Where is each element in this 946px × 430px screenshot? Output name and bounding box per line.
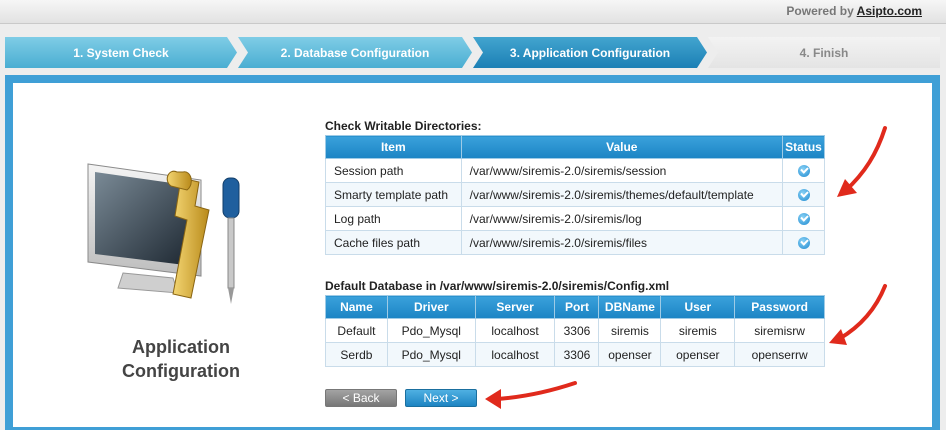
step-application-configuration: 3. Application Configuration — [473, 37, 707, 68]
check-icon — [797, 237, 810, 250]
monitor-tools-icon — [87, 163, 240, 304]
top-bar: Powered by Asipto.com — [0, 0, 946, 24]
col-server: Server — [474, 295, 556, 319]
item-cell: Smarty template path — [325, 182, 462, 207]
wizard-steps: 1. System Check 2. Database Configuratio… — [5, 37, 940, 68]
status-cell — [782, 206, 825, 231]
db-cell: Serdb — [325, 342, 388, 367]
page-heading-line1: Application — [132, 337, 230, 357]
db-cell: Default — [325, 318, 388, 343]
powered-by-label: Powered by — [786, 4, 857, 18]
table-row: Log path /var/www/siremis-2.0/siremis/lo… — [325, 206, 825, 231]
db-cell: 3306 — [554, 342, 600, 367]
content-panel: Application Configuration Check Writable… — [5, 75, 940, 430]
item-cell: Cache files path — [325, 230, 462, 255]
database-table: Name Driver Server Port DBName User Pass… — [325, 295, 825, 367]
database-title: Default Database in /var/www/siremis-2.0… — [325, 279, 670, 293]
col-status: Status — [782, 135, 825, 159]
check-icon — [797, 165, 810, 178]
back-button[interactable]: < Back — [325, 389, 397, 407]
table-row: Default Pdo_Mysql localhost 3306 siremis… — [325, 318, 825, 343]
db-cell: siremis — [598, 318, 662, 343]
db-cell: siremisrw — [734, 318, 825, 343]
check-icon — [797, 213, 810, 226]
col-port: Port — [554, 295, 600, 319]
writable-dirs-title: Check Writable Directories: — [325, 119, 482, 133]
col-name: Name — [325, 295, 388, 319]
db-cell: Pdo_Mysql — [386, 342, 476, 367]
step-system-check: 1. System Check — [5, 37, 237, 68]
col-value: Value — [460, 135, 784, 159]
table-row: Serdb Pdo_Mysql localhost 3306 openser o… — [325, 342, 825, 367]
content-panel-inner: Application Configuration Check Writable… — [13, 83, 932, 427]
db-cell: openser — [660, 342, 736, 367]
powered-by: Powered by Asipto.com — [786, 4, 922, 18]
db-cell: 3306 — [554, 318, 600, 343]
db-cell: openser — [598, 342, 662, 367]
db-cell: openserrw — [734, 342, 825, 367]
db-cell: localhost — [474, 342, 556, 367]
col-user: User — [660, 295, 736, 319]
step-finish: 4. Finish — [708, 37, 940, 68]
db-cell: Pdo_Mysql — [386, 318, 476, 343]
annotation-arrow-icon — [837, 126, 887, 197]
status-cell — [782, 230, 825, 255]
status-cell — [782, 158, 825, 183]
step-database-configuration: 2. Database Configuration — [238, 37, 472, 68]
writable-dirs-table: Item Value Status Session path /var/www/… — [325, 135, 825, 255]
value-cell: /var/www/siremis-2.0/siremis/files — [460, 230, 784, 255]
col-password: Password — [734, 295, 825, 319]
table-row: Cache files path /var/www/siremis-2.0/si… — [325, 230, 825, 255]
item-cell: Log path — [325, 206, 462, 231]
writable-header-row: Item Value Status — [325, 135, 825, 159]
col-driver: Driver — [386, 295, 476, 319]
db-cell: siremis — [660, 318, 736, 343]
table-row: Session path /var/www/siremis-2.0/siremi… — [325, 158, 825, 183]
status-cell — [782, 182, 825, 207]
value-cell: /var/www/siremis-2.0/siremis/themes/defa… — [460, 182, 784, 207]
table-row: Smarty template path /var/www/siremis-2.… — [325, 182, 825, 207]
col-item: Item — [325, 135, 462, 159]
value-cell: /var/www/siremis-2.0/siremis/session — [460, 158, 784, 183]
value-cell: /var/www/siremis-2.0/siremis/log — [460, 206, 784, 231]
asipto-link[interactable]: Asipto.com — [857, 4, 922, 18]
db-cell: localhost — [474, 318, 556, 343]
next-button[interactable]: Next > — [405, 389, 477, 407]
check-icon — [797, 189, 810, 202]
page-heading-line2: Configuration — [122, 361, 240, 381]
annotation-arrow-icon — [829, 284, 887, 345]
col-dbname: DBName — [598, 295, 662, 319]
item-cell: Session path — [325, 158, 462, 183]
annotation-arrow-icon — [485, 381, 577, 409]
database-header-row: Name Driver Server Port DBName User Pass… — [325, 295, 825, 319]
page-heading: Application Configuration — [101, 335, 261, 383]
